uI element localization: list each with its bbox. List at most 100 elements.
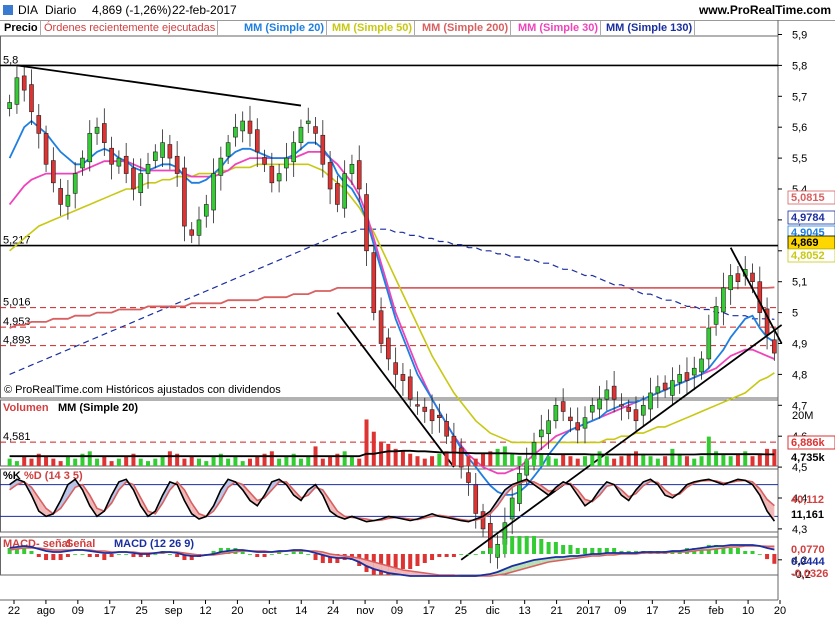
- mm30-line: [8, 150, 775, 475]
- price-tick-label: 5,1: [792, 277, 807, 289]
- candle-body: [407, 376, 413, 400]
- candle-body: [174, 155, 180, 174]
- candle-body: [691, 367, 697, 376]
- candle-body: [320, 134, 326, 165]
- candle-body: [772, 339, 777, 354]
- macd-signal-value: 0,0770: [791, 544, 825, 556]
- macd-hist-bar: [772, 554, 777, 564]
- volume-bar: [211, 456, 216, 466]
- candle-body: [560, 401, 566, 412]
- candle-body: [655, 386, 661, 394]
- macd-hist-bar: [743, 551, 748, 554]
- x-tick-label: 25: [136, 605, 148, 617]
- x-tick-label: 09: [614, 605, 626, 617]
- macd-hist-bar: [116, 554, 121, 555]
- macd-hist-bar: [473, 554, 478, 555]
- volume-bar: [590, 453, 595, 466]
- candle-body: [466, 472, 471, 483]
- macd-hist-bar: [495, 545, 500, 554]
- candle-body: [203, 204, 209, 217]
- volume-bar: [277, 458, 282, 466]
- volume-bar: [524, 458, 529, 466]
- candle-body: [276, 173, 282, 182]
- macd-hist-bar: [728, 548, 733, 554]
- volume-bar: [58, 461, 63, 466]
- candle-body: [582, 417, 588, 429]
- level-label: 5,8: [3, 54, 18, 66]
- volume-bar: [430, 456, 435, 466]
- candle-body: [291, 142, 296, 163]
- price-tick-label: 5,6: [792, 122, 807, 134]
- volume-bar: [109, 461, 114, 466]
- macd-hist-bar: [131, 554, 136, 557]
- volume-bar: [684, 456, 689, 466]
- macd-hist-bar: [247, 554, 252, 555]
- volume-ma-legend: MM (Simple 20): [58, 402, 138, 414]
- candle-body: [713, 306, 719, 325]
- x-tick-label: 13: [519, 605, 531, 617]
- macd-hist-bar: [546, 542, 551, 554]
- candle-body: [706, 327, 712, 360]
- volume-bar: [124, 456, 129, 466]
- macd-hist-bar: [73, 554, 78, 555]
- macd-hist-bar: [167, 554, 172, 555]
- volume-bar: [721, 453, 726, 466]
- candle-body: [51, 160, 56, 184]
- x-tick-label: 2017: [576, 605, 600, 617]
- macd-hist-bar: [269, 554, 274, 555]
- candle-body: [335, 183, 340, 205]
- x-tick-label: 24: [327, 605, 339, 617]
- candle-body: [378, 310, 384, 344]
- candle-body: [684, 372, 690, 381]
- candle-body: [36, 115, 42, 134]
- volume-bar: [226, 458, 231, 466]
- candle-body: [313, 126, 318, 134]
- macd-hist-bar: [765, 554, 770, 560]
- chart-canvas[interactable]: 5,95,85,75,65,55,45,35,25,154,94,84,74,6…: [0, 0, 835, 620]
- volume-bar: [247, 458, 252, 466]
- level-label: 5,016: [3, 297, 31, 309]
- candle-body: [225, 142, 231, 157]
- volume-bar: [575, 458, 580, 466]
- price-tick-label: 5,9: [792, 30, 807, 42]
- volume-bar: [138, 458, 143, 466]
- x-tick-label: 20: [231, 605, 243, 617]
- volume-bar: [44, 456, 49, 466]
- volume-bar: [284, 456, 289, 466]
- volume-bar: [364, 419, 369, 466]
- macd-hist-bar: [459, 554, 464, 555]
- candle-body: [415, 404, 420, 407]
- volume-bar: [728, 456, 733, 466]
- volume-bar: [240, 461, 245, 466]
- candle-body: [14, 77, 20, 105]
- macd-hist-bar: [400, 554, 405, 569]
- candle-body: [167, 144, 173, 159]
- candle-body: [284, 157, 289, 169]
- candle-body: [152, 151, 158, 161]
- volume-bar: [269, 451, 274, 466]
- candle-body: [509, 497, 515, 520]
- candle-body: [633, 409, 639, 422]
- x-tick-label: 20: [774, 605, 786, 617]
- x-tick-label: 25: [678, 605, 690, 617]
- macd-hist-bar: [757, 554, 762, 555]
- volume-bar: [757, 453, 762, 466]
- candle-body: [640, 404, 646, 416]
- macd-hist-bar: [539, 539, 544, 554]
- macd-hist-bar: [430, 554, 435, 560]
- macd-hist-bar: [524, 536, 529, 554]
- volume-bar: [14, 461, 19, 466]
- candle-body: [619, 404, 624, 407]
- macd-hist-bar: [444, 554, 449, 557]
- macd-hist-bar: [437, 554, 442, 557]
- candle-body: [393, 362, 398, 375]
- macd-hist-bar: [80, 554, 85, 555]
- volume-bar: [582, 456, 588, 466]
- candle-body: [269, 165, 275, 184]
- volume-value-label: 6,886k: [791, 437, 826, 449]
- volume-bar: [641, 453, 646, 466]
- volume-bar: [7, 458, 12, 466]
- macd-hist-bar: [102, 554, 107, 560]
- candle-body: [611, 385, 617, 400]
- candle-body: [43, 133, 49, 165]
